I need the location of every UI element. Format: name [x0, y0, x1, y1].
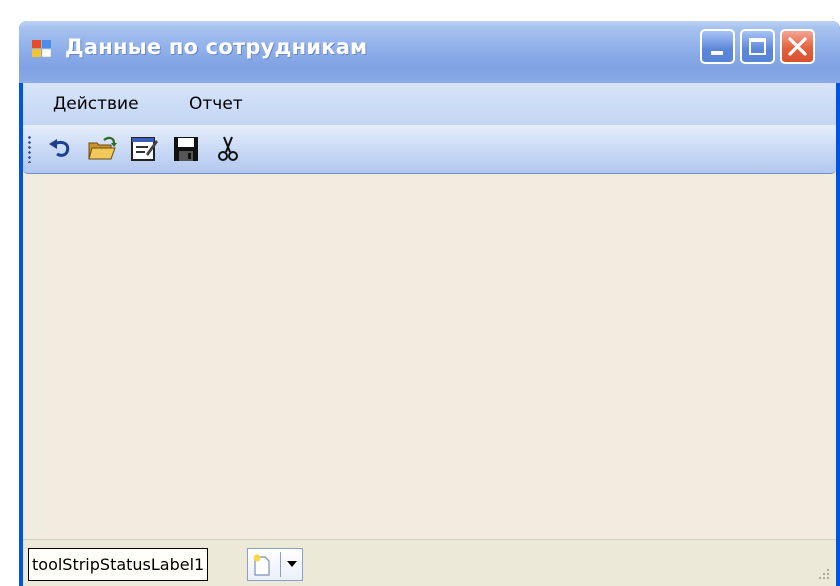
form-content-area: [23, 174, 836, 540]
maximize-button[interactable]: [740, 29, 775, 64]
title-bar[interactable]: Данные по сотрудникам: [19, 21, 840, 83]
chevron-down-icon[interactable]: [287, 561, 297, 567]
toolbar-grip[interactable]: [28, 135, 31, 163]
minimize-button[interactable]: [700, 29, 735, 64]
split-separator: [280, 552, 281, 577]
status-label: toolStripStatusLabel1: [28, 548, 209, 581]
open-folder-icon[interactable]: [87, 134, 117, 164]
status-split-button[interactable]: [247, 548, 303, 581]
undo-icon[interactable]: [45, 134, 75, 164]
save-icon[interactable]: [171, 134, 201, 164]
minimize-icon: [711, 51, 723, 55]
menu-item-report[interactable]: Отчет: [181, 89, 251, 119]
menu-bar: Действие Отчет: [23, 83, 836, 125]
maximize-icon: [749, 38, 766, 55]
resize-grip-icon[interactable]: [816, 566, 830, 580]
app-icon: [32, 40, 52, 58]
client-area: Действие Отчет toolStripStatusLabel1: [23, 83, 836, 586]
edit-form-icon[interactable]: [129, 134, 159, 164]
cut-icon[interactable]: [213, 134, 243, 164]
menu-item-action[interactable]: Действие: [45, 89, 147, 119]
new-document-icon: [253, 554, 270, 576]
main-window: Данные по сотрудникам Действие Отчет too…: [19, 21, 840, 586]
close-button[interactable]: [780, 29, 815, 64]
status-bar: toolStripStatusLabel1: [23, 539, 836, 586]
close-icon: [788, 37, 807, 56]
toolbar: [23, 125, 836, 174]
window-title: Данные по сотрудникам: [65, 35, 368, 59]
